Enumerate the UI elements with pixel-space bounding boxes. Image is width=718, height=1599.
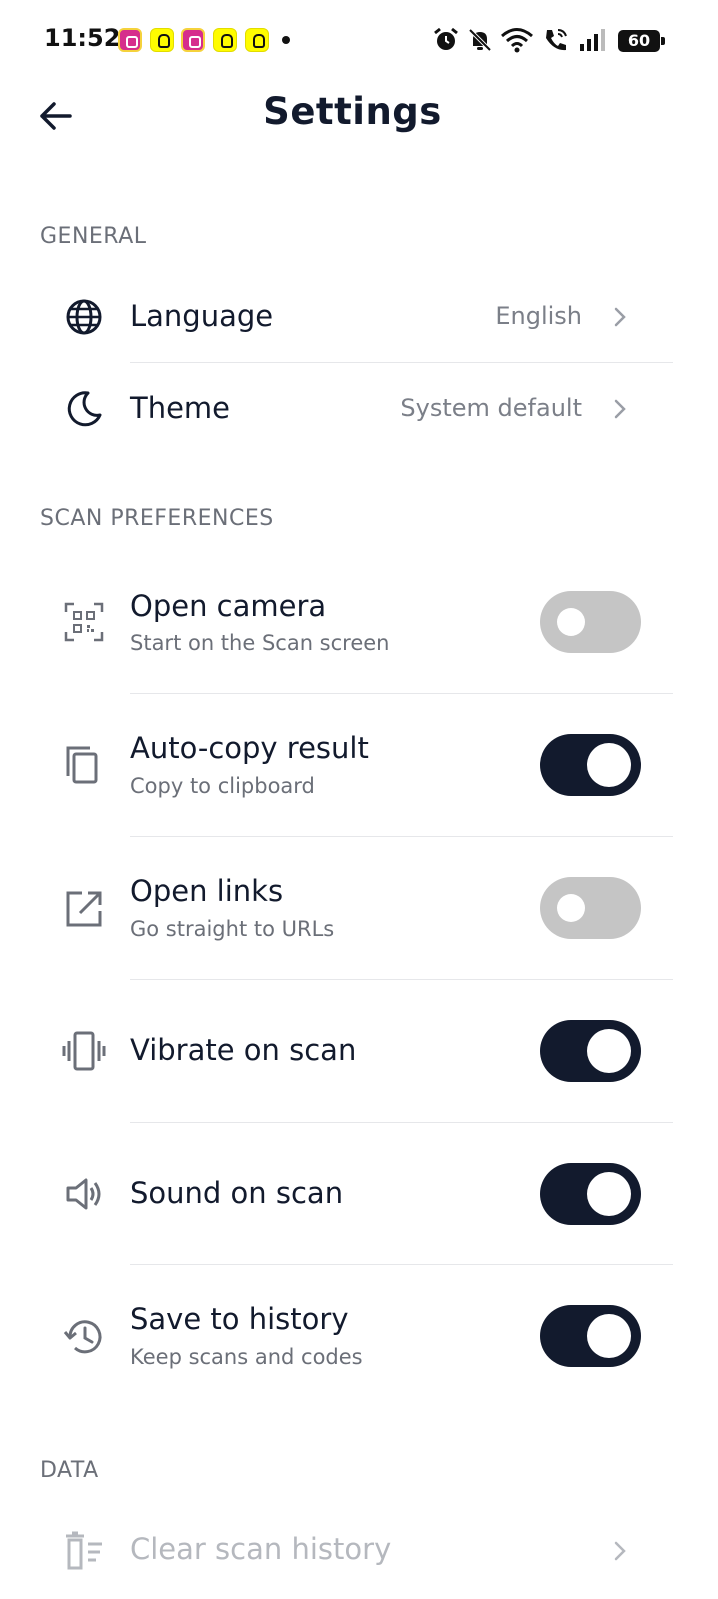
status-bar: 11:52 60 (0, 0, 718, 80)
open-links-toggle[interactable] (540, 877, 641, 939)
row-title: Open camera (130, 589, 327, 623)
row-title: Save to history (130, 1302, 349, 1336)
settings-row-language[interactable]: Language English (0, 272, 718, 362)
row-title: Theme (130, 391, 231, 425)
settings-row-open-camera: Open camera Start on the Scan screen (0, 552, 718, 692)
row-subtitle: Go straight to URLs (130, 917, 335, 941)
row-title: Sound on scan (130, 1176, 344, 1210)
row-title: Vibrate on scan (130, 1033, 357, 1067)
auto-copy-toggle[interactable] (540, 734, 641, 796)
toggle-knob (587, 1029, 631, 1073)
copy-icon (66, 746, 98, 784)
delete-list-icon (66, 1531, 102, 1570)
bell-muted-icon (468, 28, 492, 52)
divider (130, 362, 673, 363)
snapchat-icon (213, 28, 237, 52)
row-value: English (495, 302, 582, 330)
section-label-data: DATA (40, 1458, 99, 1483)
signal-icon (580, 29, 605, 51)
chevron-right-icon (614, 1541, 626, 1561)
settings-row-vibrate: Vibrate on scan (0, 980, 718, 1122)
snapchat-icon (150, 28, 174, 52)
page-title: Settings (263, 90, 442, 133)
row-subtitle: Start on the Scan screen (130, 631, 390, 655)
section-label-scan-preferences: SCAN PREFERENCES (40, 506, 274, 531)
more-notifications-dot (282, 36, 290, 44)
row-title: Auto-copy result (130, 731, 369, 765)
vibrate-icon (62, 1031, 106, 1071)
save-history-toggle[interactable] (540, 1305, 641, 1367)
settings-row-theme[interactable]: Theme System default (0, 364, 718, 454)
toggle-knob (557, 608, 585, 636)
row-subtitle: Copy to clipboard (130, 774, 315, 798)
sound-toggle[interactable] (540, 1163, 641, 1225)
history-icon (63, 1320, 102, 1354)
row-title: Clear scan history (130, 1532, 392, 1566)
instagram-icon (118, 28, 142, 52)
status-time: 11:52 (44, 24, 121, 52)
moon-icon (67, 391, 102, 427)
row-subtitle: Keep scans and codes (130, 1345, 363, 1369)
globe-icon (66, 299, 102, 335)
speaker-icon (66, 1178, 101, 1210)
row-title: Open links (130, 874, 284, 908)
section-label-general: GENERAL (40, 224, 147, 249)
settings-row-sound: Sound on scan (0, 1123, 718, 1265)
toggle-knob (587, 743, 631, 787)
toggle-knob (587, 1172, 631, 1216)
instagram-icon (181, 28, 205, 52)
chevron-right-icon (614, 307, 626, 327)
toggle-knob (557, 894, 585, 922)
alarm-icon (434, 27, 458, 50)
row-value: System default (400, 394, 582, 422)
open-camera-toggle[interactable] (540, 591, 641, 653)
settings-row-open-links: Open links Go straight to URLs (0, 837, 718, 979)
toggle-knob (587, 1314, 631, 1358)
settings-row-save-history: Save to history Keep scans and codes (0, 1265, 718, 1407)
wifi-icon (501, 28, 533, 53)
wifi-calling-icon (546, 29, 567, 51)
settings-row-auto-copy: Auto-copy result Copy to clipboard (0, 694, 718, 836)
battery-icon: 60 (618, 30, 665, 52)
vibrate-toggle[interactable] (540, 1020, 641, 1082)
chevron-right-icon (614, 399, 626, 419)
snapchat-icon (245, 28, 269, 52)
settings-row-clear-history[interactable]: Clear scan history (0, 1506, 718, 1599)
row-title: Language (130, 299, 274, 333)
qr-scan-icon (64, 602, 104, 642)
open-external-icon (66, 891, 102, 927)
